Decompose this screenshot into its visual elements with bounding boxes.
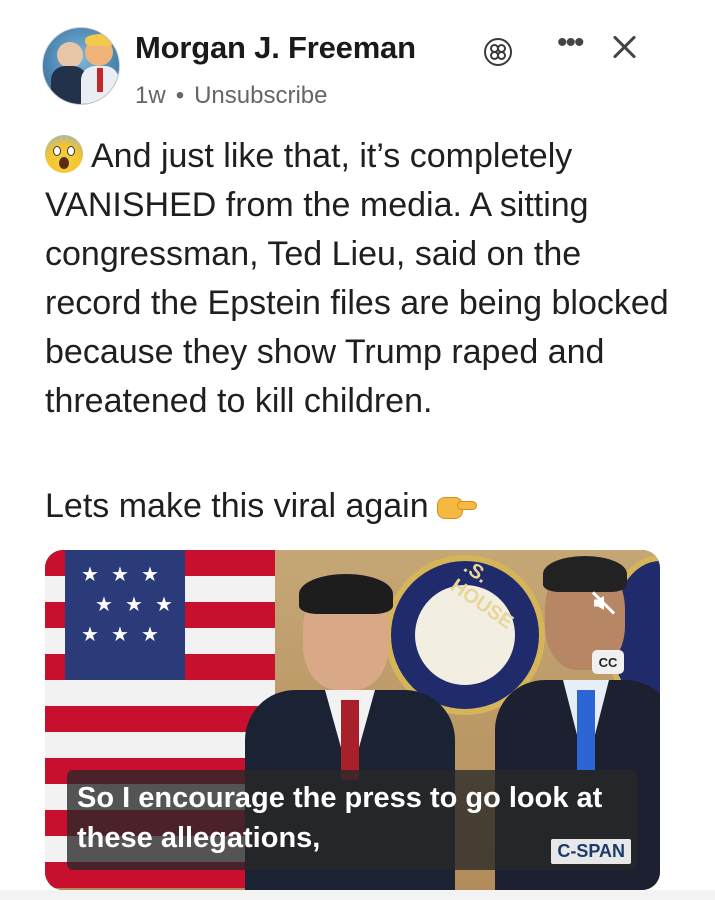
cspan-logo: C-SPAN: [551, 839, 631, 864]
pointing-hand-emoji-icon: [436, 491, 477, 523]
cta-text: Lets make this viral again: [45, 487, 429, 525]
meta-separator: •: [175, 82, 185, 109]
cc-button[interactable]: CC: [592, 650, 624, 674]
post-age: 1w: [135, 82, 166, 109]
avatar-figure-2-hair: [85, 34, 115, 46]
post-cta: Lets make this viral again: [45, 487, 477, 526]
avatar-tie: [97, 68, 103, 92]
mute-icon[interactable]: [586, 586, 620, 620]
author-name[interactable]: Morgan J. Freeman: [135, 30, 416, 66]
scream-emoji-icon: [45, 135, 83, 173]
unsubscribe-link[interactable]: Unsubscribe: [194, 82, 327, 109]
post-meta: 1w • Unsubscribe: [135, 82, 328, 110]
post-text: And just like that, it’s completely VANI…: [45, 137, 669, 420]
author-avatar[interactable]: [42, 27, 120, 105]
post-body: And just like that, it’s completely VANI…: [45, 132, 685, 426]
video-player[interactable]: ★ ★ ★ ★ ★ ★ ★ ★ ★ .S. HOUSE CC So I encourage …: [45, 550, 660, 890]
post-header: Morgan J. Freeman ••• 1w • Unsubscribe: [42, 22, 682, 112]
badge-icon: [484, 38, 512, 66]
video-caption: So I encourage the press to go look at t…: [67, 770, 637, 870]
avatar-figure-1: [57, 42, 83, 68]
more-icon[interactable]: •••: [557, 28, 584, 58]
close-icon[interactable]: [610, 32, 638, 60]
bottom-divider: [0, 890, 715, 900]
